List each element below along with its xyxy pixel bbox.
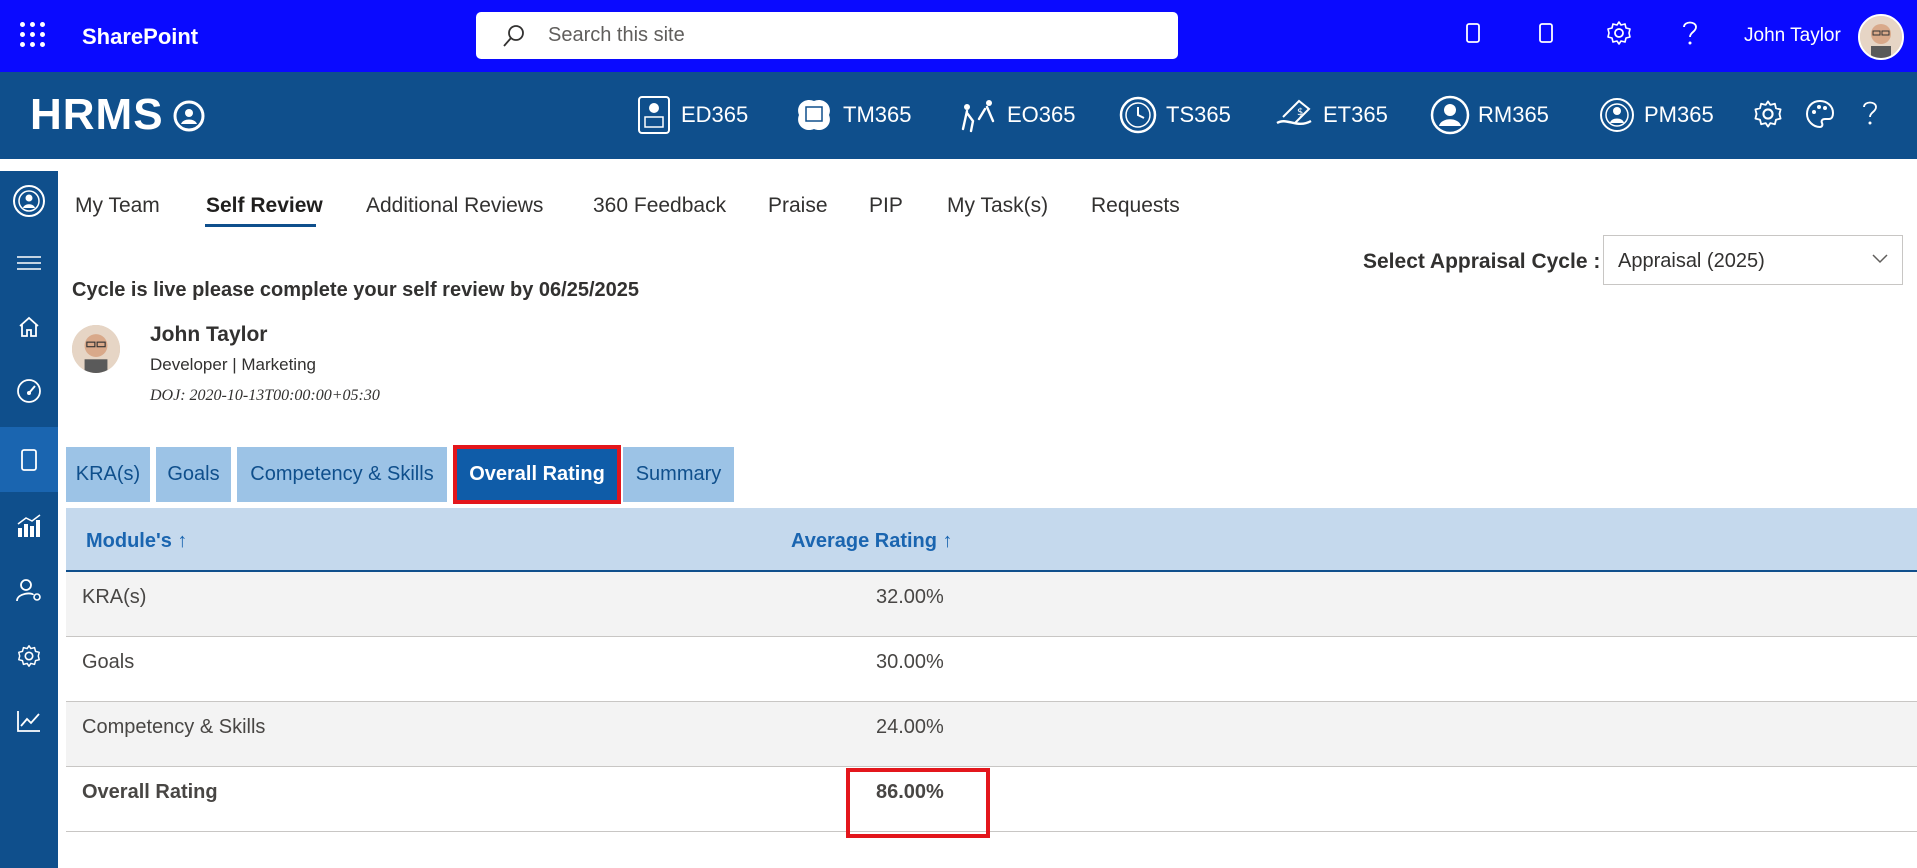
module-et365[interactable]: $ ET365 [1273, 92, 1388, 138]
user-circle-icon [13, 185, 45, 217]
subtab-overall-rating[interactable]: Overall Rating [453, 445, 621, 504]
tab-pip[interactable]: PIP [869, 194, 903, 218]
tab-360-feedback[interactable]: 360 Feedback [593, 194, 726, 218]
chevron-down-icon [1872, 254, 1888, 264]
line-chart-icon [17, 711, 40, 732]
bar-chart-icon [17, 514, 41, 537]
search-input[interactable] [548, 12, 1148, 59]
sharepoint-title[interactable]: SharePoint [82, 24, 198, 50]
module-ts365[interactable]: TS365 [1118, 92, 1231, 138]
module-tm365[interactable]: TM365 [793, 92, 911, 138]
subtab-summary[interactable]: Summary [623, 447, 734, 502]
tab-requests[interactable]: Requests [1091, 194, 1180, 218]
hrms-header: HRMS ED365 TM365 EO365 TS365 $ ET365 RM3… [0, 72, 1917, 159]
ed365-icon [638, 96, 670, 134]
module-label: ET365 [1323, 102, 1388, 127]
hrms-logo[interactable]: HRMS [30, 90, 164, 140]
document-icon[interactable] [1465, 22, 1481, 44]
module-ed365[interactable]: ED365 [635, 92, 748, 138]
sharepoint-header: SharePoint John Taylor [0, 0, 1917, 72]
row-module: Overall Rating [82, 781, 218, 803]
notes-icon[interactable] [1538, 22, 1554, 44]
module-label: RM365 [1478, 102, 1549, 127]
home-icon [19, 316, 39, 337]
subtab-goals[interactable]: Goals [156, 447, 231, 502]
profile-name: John Taylor [150, 323, 268, 346]
appraisal-cycle-dropdown[interactable]: Appraisal (2025) [1603, 235, 1903, 285]
row-module: Competency & Skills [82, 716, 266, 738]
tab-my-tasks[interactable]: My Task(s) [947, 194, 1048, 218]
help-icon[interactable] [1680, 19, 1700, 49]
module-label: TS365 [1166, 102, 1231, 127]
user-avatar[interactable] [1858, 14, 1904, 60]
ts365-icon [1119, 96, 1157, 134]
svg-text:$: $ [1297, 107, 1303, 118]
rail-profile[interactable] [0, 171, 58, 231]
tab-additional-reviews[interactable]: Additional Reviews [366, 194, 543, 218]
rail-reports[interactable] [0, 691, 58, 751]
rail-review[interactable] [0, 427, 58, 492]
palette-icon[interactable] [1804, 98, 1836, 130]
rail-user-settings[interactable] [0, 560, 58, 620]
module-pm365[interactable]: PM365 [1598, 92, 1714, 138]
row-rating: 32.00% [876, 586, 944, 608]
rail-menu[interactable] [0, 233, 58, 293]
row-rating: 24.00% [876, 716, 944, 738]
table-row-total: Overall Rating 86.00% [66, 767, 1917, 832]
module-label: TM365 [843, 102, 912, 127]
active-tab-indicator [205, 224, 316, 227]
module-label: ED365 [681, 102, 749, 127]
tm365-icon [798, 99, 830, 131]
hamburger-icon [17, 256, 41, 270]
profile-doj: DOJ: 2020-10-13T00:00:00+05:30 [150, 387, 380, 404]
rail-home[interactable] [0, 297, 58, 357]
table-row: Goals 30.00% [66, 637, 1917, 702]
search-icon [503, 25, 524, 47]
module-eo365[interactable]: EO365 [957, 92, 1076, 138]
rail-settings[interactable] [0, 626, 58, 686]
row-module: Goals [82, 651, 135, 673]
rail-analytics[interactable] [0, 496, 58, 556]
overall-rating-highlight [846, 768, 990, 838]
table-header: Module's ↑ Average Rating ↑ [66, 508, 1917, 572]
user-name[interactable]: John Taylor [1744, 25, 1841, 47]
document-icon [21, 448, 37, 471]
tab-my-team[interactable]: My Team [75, 194, 160, 218]
appraisal-cycle-value: Appraisal (2025) [1618, 250, 1765, 272]
cycle-notice: Cycle is live please complete your self … [72, 279, 639, 301]
help-icon[interactable] [1860, 98, 1880, 130]
profile-role: Developer | Marketing [150, 355, 316, 374]
subtab-competency-skills[interactable]: Competency & Skills [237, 447, 447, 502]
gauge-icon [17, 379, 41, 403]
table-row: KRA(s) 32.00% [66, 572, 1917, 637]
user-settings-icon [16, 579, 41, 602]
tab-self-review[interactable]: Self Review [206, 194, 323, 218]
gear-icon[interactable] [1752, 98, 1784, 130]
pm365-icon [1600, 98, 1634, 132]
app-launcher-icon[interactable] [20, 22, 46, 48]
appraisal-cycle-label: Select Appraisal Cycle : [1363, 250, 1601, 273]
left-rail [0, 171, 58, 868]
rail-dashboard[interactable] [0, 361, 58, 421]
rm365-icon [1430, 95, 1470, 135]
settings-icon[interactable] [1605, 19, 1633, 47]
et365-icon: $ [1276, 99, 1312, 126]
module-label: EO365 [1007, 102, 1076, 127]
subtab-kras[interactable]: KRA(s) [66, 447, 150, 502]
module-rm365[interactable]: RM365 [1430, 92, 1549, 138]
tab-praise[interactable]: Praise [768, 194, 828, 218]
gear-icon [18, 645, 40, 667]
table-row: Competency & Skills 24.00% [66, 702, 1917, 767]
profile-avatar [72, 325, 120, 373]
eo365-icon [961, 100, 995, 133]
module-label: PM365 [1644, 102, 1714, 127]
hrms-logo-icon [173, 100, 205, 132]
column-header-module[interactable]: Module's ↑ [86, 530, 187, 553]
column-header-average-rating[interactable]: Average Rating ↑ [791, 530, 953, 553]
row-module: KRA(s) [82, 586, 147, 608]
search-box[interactable] [476, 12, 1178, 59]
row-rating: 30.00% [876, 651, 944, 673]
